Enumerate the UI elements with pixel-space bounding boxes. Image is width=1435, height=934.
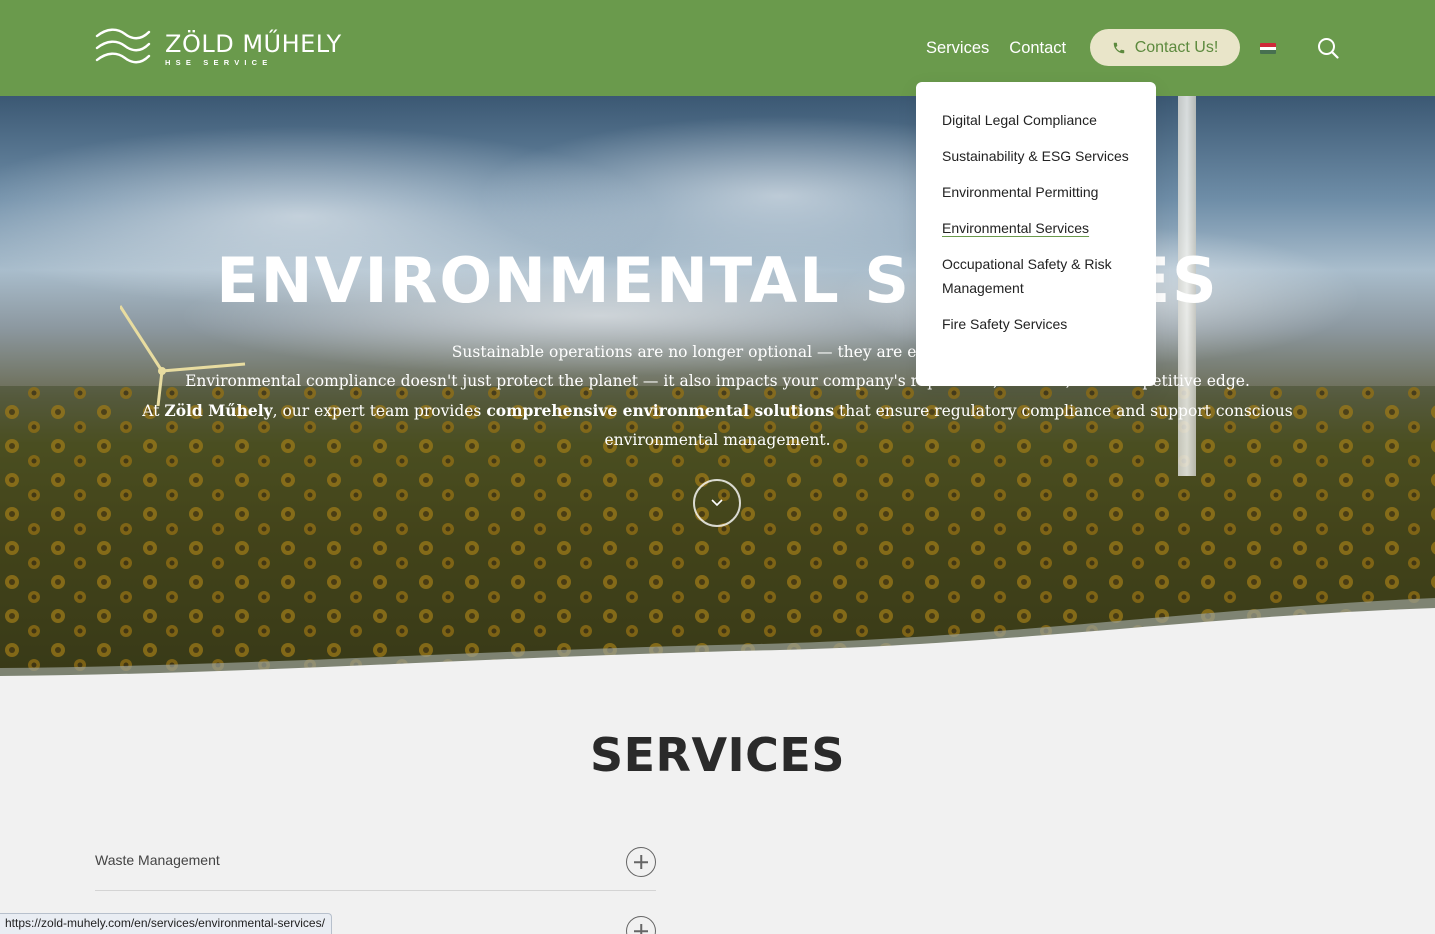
nav-services[interactable]: Services: [926, 39, 989, 58]
phone-icon: [1113, 42, 1124, 53]
hero-brand-name: Zöld Műhely: [164, 401, 273, 420]
plus-circle-icon[interactable]: [626, 847, 656, 877]
hungarian-flag-icon[interactable]: [1260, 43, 1276, 54]
hero-line-3: At Zöld Műhely, our expert team provides…: [130, 396, 1305, 455]
flag-stripe-green: [1260, 50, 1276, 54]
browser-status-url: https://zold-muhely.com/en/services/envi…: [0, 913, 332, 934]
services-heading: SERVICES: [589, 728, 845, 782]
site-logo[interactable]: ZÖLD MŰHELY HSE SERVICE: [95, 28, 342, 68]
hero-line-3-pre: At: [142, 402, 165, 420]
hero-emphasis: comprehensive environmental solutions: [486, 401, 835, 420]
main-nav: Services Contact: [926, 30, 1066, 66]
dropdown-item[interactable]: Digital Legal Compliance: [942, 108, 1130, 132]
contact-us-button[interactable]: Contact Us!: [1090, 29, 1240, 66]
scroll-down-button[interactable]: [693, 479, 741, 527]
services-dropdown-menu: Digital Legal Compliance Sustainability &…: [916, 82, 1156, 386]
contact-us-label: Contact Us!: [1134, 38, 1219, 56]
accordion-label: Waste Management: [95, 852, 220, 868]
dropdown-item[interactable]: Fire Safety Services: [942, 312, 1130, 336]
hero-banner: ENVIRONMENTAL SERVICES Sustainable opera…: [0, 96, 1435, 676]
search-icon[interactable]: [1317, 37, 1339, 59]
hero-wave-divider: [0, 598, 1435, 676]
site-header: ZÖLD MŰHELY HSE SERVICE Services Contact…: [0, 0, 1435, 96]
dropdown-item[interactable]: Occupational Safety & Risk Management: [942, 252, 1130, 300]
dropdown-item[interactable]: Sustainability & ESG Services: [942, 144, 1130, 168]
logo-name: ZÖLD MŰHELY: [165, 29, 342, 58]
dropdown-item[interactable]: Environmental Services: [942, 216, 1130, 240]
plus-circle-icon[interactable]: [626, 916, 656, 934]
hero-line-3-mid: , our expert team provides: [272, 402, 487, 420]
accordion-item-waste-management[interactable]: Waste Management: [95, 831, 656, 891]
dropdown-item[interactable]: Environmental Permitting: [942, 180, 1130, 204]
chevron-down-icon: [711, 499, 723, 507]
nav-contact[interactable]: Contact: [1009, 39, 1066, 58]
waves-logo-icon: [95, 28, 151, 64]
logo-tagline: HSE SERVICE: [165, 57, 273, 67]
hero-title: ENVIRONMENTAL SERVICES: [216, 244, 1219, 317]
